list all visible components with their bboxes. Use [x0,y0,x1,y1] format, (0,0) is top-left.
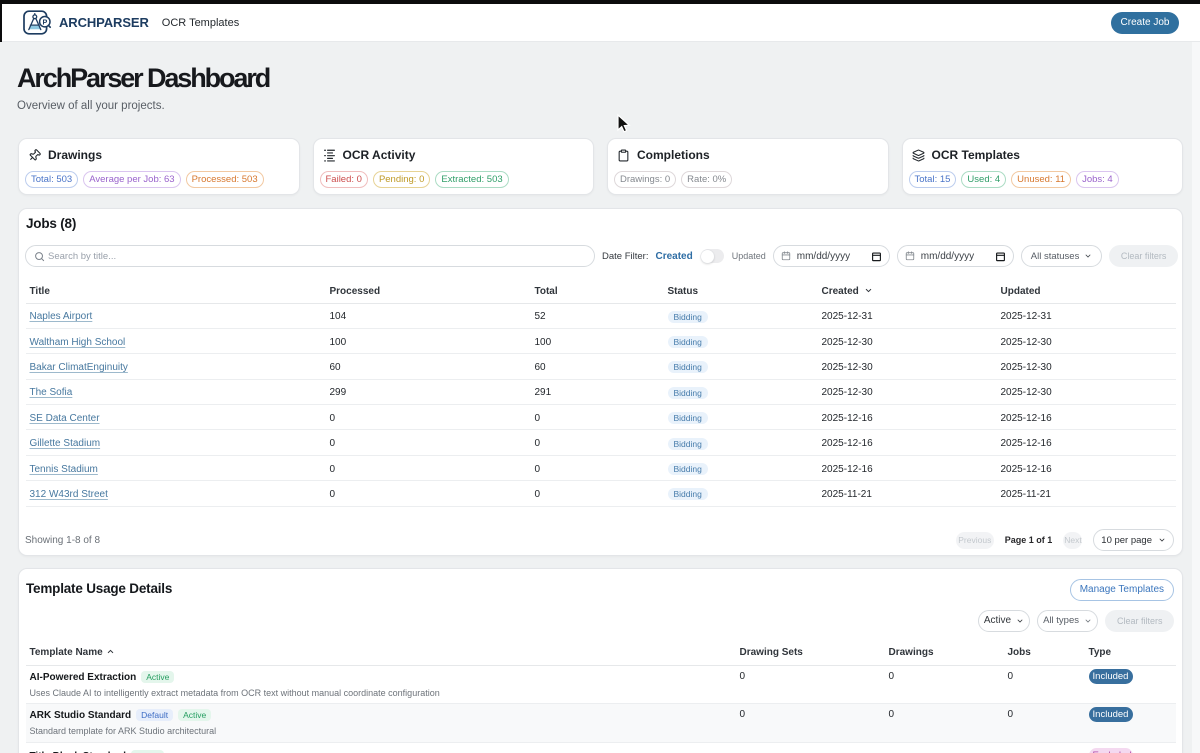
svg-text:P: P [42,17,47,26]
